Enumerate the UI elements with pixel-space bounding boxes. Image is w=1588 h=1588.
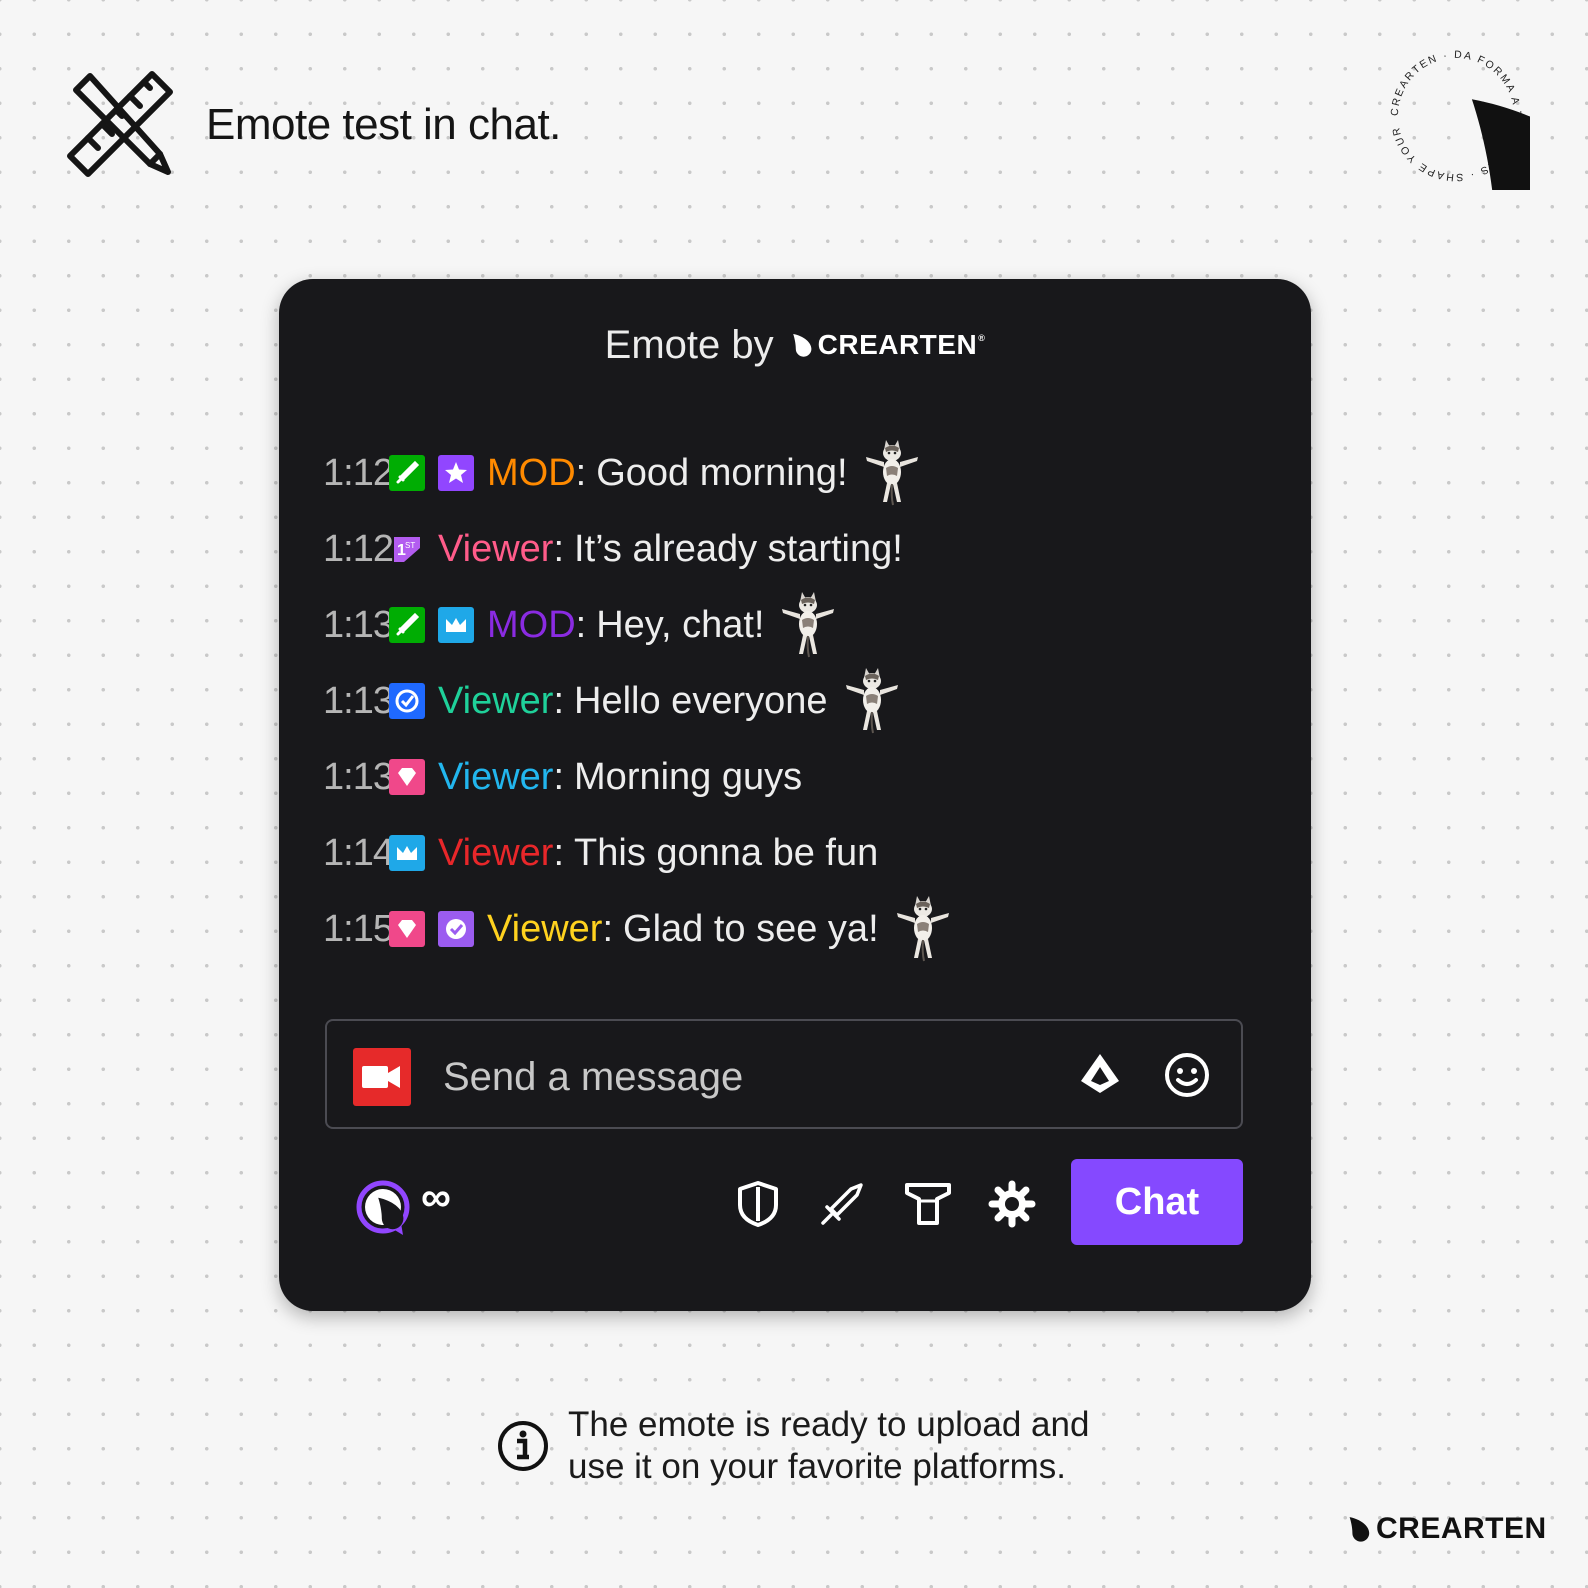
info-line-1: The emote is ready to upload and (568, 1405, 1090, 1444)
gem-badge-icon[interactable] (389, 759, 425, 795)
star-badge-icon[interactable] (438, 455, 474, 491)
crearten-drop-icon (788, 332, 814, 358)
shield-icon[interactable] (733, 1179, 783, 1229)
gem-badge-icon[interactable] (389, 911, 425, 947)
username[interactable]: Viewer (438, 756, 553, 799)
verified-badge-icon[interactable] (389, 683, 425, 719)
chat-message: 1:12 MOD: Good morning! (323, 435, 953, 511)
crearten-drop-icon (1344, 1515, 1372, 1543)
dancing-cat-emote-icon (778, 590, 838, 660)
verified-badge-icon[interactable] (438, 911, 474, 947)
username-colon: : (553, 527, 565, 570)
header: Emote test in chat. (66, 70, 561, 180)
message-input-box (325, 1019, 1243, 1129)
sword-icon[interactable] (817, 1179, 867, 1229)
chat-message: 1:13 Viewer: Hello everyone (323, 663, 953, 739)
message-time: 1:13 (323, 603, 394, 646)
dancing-cat-emote-icon (893, 894, 953, 964)
chat-message: 1:12 1 ST Viewer: It’s already starting! (323, 511, 953, 587)
first-subscriber-badge-icon[interactable]: 1 ST (389, 531, 425, 567)
pinned-message-icon[interactable] (903, 1179, 953, 1229)
username[interactable]: Viewer (438, 528, 553, 571)
dancing-cat-emote-icon (862, 438, 922, 508)
message-text: Morning guys (574, 755, 803, 798)
chat-message: 1:13 MOD: Hey, chat! (323, 587, 953, 663)
camera-icon (362, 1066, 400, 1088)
username-colon: : (553, 679, 565, 722)
message-time: 1:15 (323, 907, 394, 950)
moderator-sword-badge-icon[interactable] (389, 607, 425, 643)
channel-points-icon[interactable] (353, 1177, 413, 1237)
username[interactable]: Viewer (438, 680, 553, 723)
camera-button[interactable] (353, 1048, 411, 1106)
emoji-picker-icon[interactable] (1163, 1051, 1211, 1099)
username[interactable]: MOD (487, 452, 576, 495)
message-time: 1:13 (323, 679, 394, 722)
chat-message: 1:15 Viewer: Glad to see ya! (323, 891, 953, 967)
message-text: Hey, chat! (596, 603, 765, 646)
dancing-cat-emote-icon (842, 666, 902, 736)
username[interactable]: MOD (487, 604, 576, 647)
username-colon: : (575, 451, 587, 494)
chat-message-list: 1:12 MOD: Good morning! 1:12 1 ST Viewer:… (323, 435, 953, 967)
footer-brand-name: CREARTEN (1376, 1512, 1547, 1545)
message-text: Good morning! (596, 451, 848, 494)
gear-icon[interactable] (987, 1179, 1037, 1229)
crearten-logo: CREARTEN ® (788, 329, 986, 361)
chat-message: 1:13 Viewer: Morning guys (323, 739, 953, 815)
info-icon (498, 1421, 548, 1471)
message-time: 1:14 (323, 831, 394, 874)
message-input[interactable] (441, 1047, 1045, 1107)
message-time: 1:12 (323, 527, 394, 570)
message-text: This gonna be fun (574, 831, 879, 874)
username-colon: : (553, 831, 565, 874)
brand-name: CREARTEN (817, 329, 978, 360)
message-text: Hello everyone (574, 679, 828, 722)
footer-crearten-logo: CREARTEN (1344, 1512, 1547, 1546)
chat-panel: Emote by CREARTEN ® 1:12 MOD: Good morni… (279, 279, 1311, 1311)
channel-points-value: ∞ (421, 1173, 451, 1220)
chat-toolbar: ∞ Chat (279, 1159, 1311, 1249)
username[interactable]: Viewer (487, 908, 602, 951)
registered-mark: ® (978, 333, 986, 343)
message-text: It’s already starting! (574, 527, 903, 570)
username-colon: : (553, 755, 565, 798)
chat-card-title: Emote by CREARTEN ® (279, 315, 1311, 375)
title-prefix: Emote by (604, 322, 774, 367)
message-time: 1:13 (323, 755, 394, 798)
info-note: The emote is ready to upload and use it … (496, 1404, 1089, 1488)
message-time: 1:12 (323, 451, 394, 494)
username-colon: : (602, 907, 614, 950)
username-colon: : (575, 603, 587, 646)
crearten-seal-logo: CREARTEN · DA FORMA A TUS IDEAS · SHAPE … (1382, 42, 1530, 190)
chat-message: 1:14 Viewer: This gonna be fun (323, 815, 953, 891)
bits-icon[interactable] (1077, 1051, 1123, 1097)
message-text: Glad to see ya! (623, 907, 879, 950)
crown-badge-icon[interactable] (389, 835, 425, 871)
username[interactable]: Viewer (438, 832, 553, 875)
page-title: Emote test in chat. (206, 100, 561, 149)
moderator-sword-badge-icon[interactable] (389, 455, 425, 491)
svg-text:ST: ST (405, 541, 415, 550)
ruler-pencil-icon (67, 71, 173, 177)
chat-send-button[interactable]: Chat (1071, 1159, 1243, 1245)
crown-badge-icon[interactable] (438, 607, 474, 643)
info-line-2: use it on your favorite platforms. (568, 1447, 1066, 1486)
